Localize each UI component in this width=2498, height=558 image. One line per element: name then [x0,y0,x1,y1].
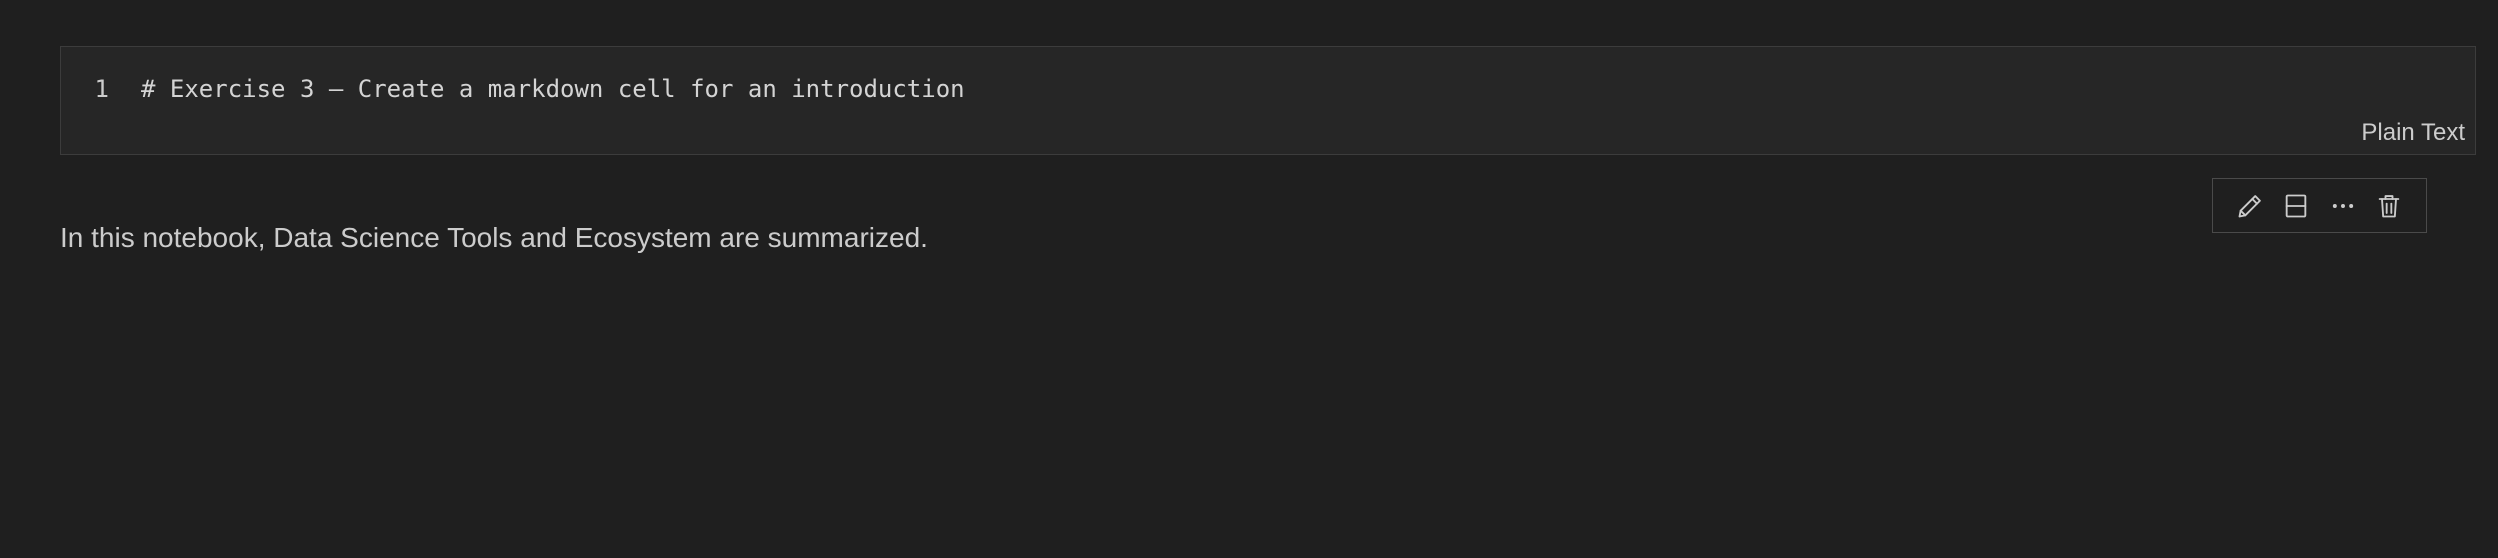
more-actions-icon [2332,203,2353,208]
markdown-output: In this notebook, Data Science Tools and… [60,222,928,253]
cell-toolbar [2212,178,2427,233]
edit-cell-button[interactable] [2231,187,2269,225]
code-line[interactable]: 1 # Exercise 3 – Create a markdown cell … [61,73,965,105]
pencil-icon [2238,194,2261,217]
code-text[interactable]: # Exercise 3 – Create a markdown cell fo… [141,75,965,103]
trash-icon [2378,194,2400,217]
line-number: 1 [94,75,109,103]
split-cell-icon [2286,194,2307,217]
split-cell-button[interactable] [2277,187,2315,225]
code-cell-editor[interactable]: 1 # Exercise 3 – Create a markdown cell … [60,46,2476,155]
language-label[interactable]: Plain Text [2361,119,2465,147]
more-actions-button[interactable] [2324,187,2362,225]
delete-cell-button[interactable] [2370,187,2408,225]
